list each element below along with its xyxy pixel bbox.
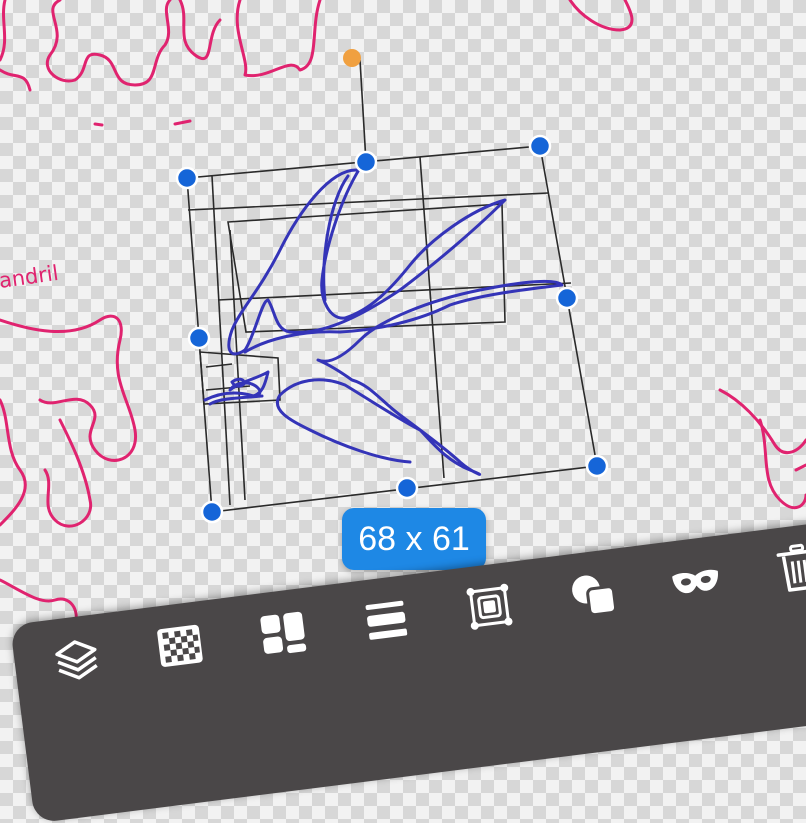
- resize-handle-top-right[interactable]: [528, 134, 552, 158]
- trash-icon: [776, 543, 806, 592]
- resize-handle-top[interactable]: [354, 150, 378, 174]
- fit-frame-icon: [466, 583, 513, 630]
- duplicate-shapes-icon: [572, 575, 618, 617]
- delete-button[interactable]: [766, 534, 806, 601]
- align-lines-icon: [365, 600, 408, 640]
- mask-icon: [672, 569, 718, 594]
- layers-icon: [55, 640, 98, 680]
- size-badge: 68 x 61: [342, 508, 486, 570]
- resize-handle-left[interactable]: [187, 326, 211, 350]
- fit-frame-button[interactable]: [456, 573, 523, 640]
- duplicate-button[interactable]: [559, 560, 626, 627]
- checkerboard-icon: [157, 624, 203, 667]
- selected-drawing[interactable]: [203, 166, 564, 476]
- resize-handle-bottom-right[interactable]: [585, 454, 609, 478]
- arrange-grid-icon: [260, 611, 307, 654]
- resize-handle-bottom[interactable]: [395, 476, 419, 500]
- sketch-label: andril: [0, 261, 60, 293]
- layers-button[interactable]: [43, 625, 110, 692]
- mask-button[interactable]: [662, 547, 729, 614]
- arrange-button[interactable]: [250, 599, 317, 666]
- align-button[interactable]: [353, 586, 420, 653]
- resize-handle-bottom-left[interactable]: [200, 500, 224, 524]
- rotate-handle[interactable]: [343, 49, 361, 67]
- resize-handle-top-left[interactable]: [175, 166, 199, 190]
- transparency-button[interactable]: [146, 612, 213, 679]
- resize-handle-right[interactable]: [555, 286, 579, 310]
